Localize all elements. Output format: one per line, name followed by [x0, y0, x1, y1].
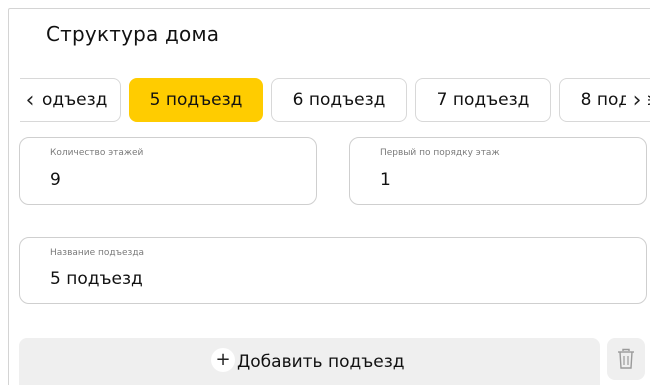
field-label: Первый по порядку этаж: [380, 148, 500, 158]
field-value: 1: [380, 170, 391, 190]
add-entrance-label: Добавить подъезд: [237, 352, 405, 372]
tab-label: 7 подъезд: [436, 90, 530, 110]
trash-icon: [618, 348, 634, 369]
floors-count-field[interactable]: Количество этажей 9: [19, 137, 317, 205]
section-title: Структура дома: [46, 22, 220, 46]
plus-icon: +: [211, 348, 235, 372]
field-label: Количество этажей: [50, 148, 144, 158]
entrance-name-field[interactable]: Название подъезда 5 подъезд: [19, 237, 647, 304]
delete-entrance-button[interactable]: [607, 338, 645, 380]
tab-label: 6 подъезд: [292, 90, 386, 110]
tab-entrance-6[interactable]: 6 подъезд: [271, 78, 407, 122]
chevron-right-icon[interactable]: ›: [626, 80, 648, 120]
field-label: Название подъезда: [50, 248, 145, 258]
chevron-left-icon[interactable]: ‹: [19, 80, 41, 120]
add-entrance-button[interactable]: + Добавить подъезд: [19, 338, 600, 385]
tab-entrance-7[interactable]: 7 подъезд: [415, 78, 551, 122]
entrance-tabs: 4 подъезд 5 подъезд 6 подъезд 7 подъезд …: [20, 78, 650, 122]
tab-entrance-5[interactable]: 5 подъезд: [129, 78, 263, 122]
tab-label: 5 подъезд: [149, 90, 243, 110]
first-floor-field[interactable]: Первый по порядку этаж 1: [349, 137, 647, 205]
field-value: 9: [50, 170, 61, 190]
field-value: 5 подъезд: [50, 269, 143, 289]
